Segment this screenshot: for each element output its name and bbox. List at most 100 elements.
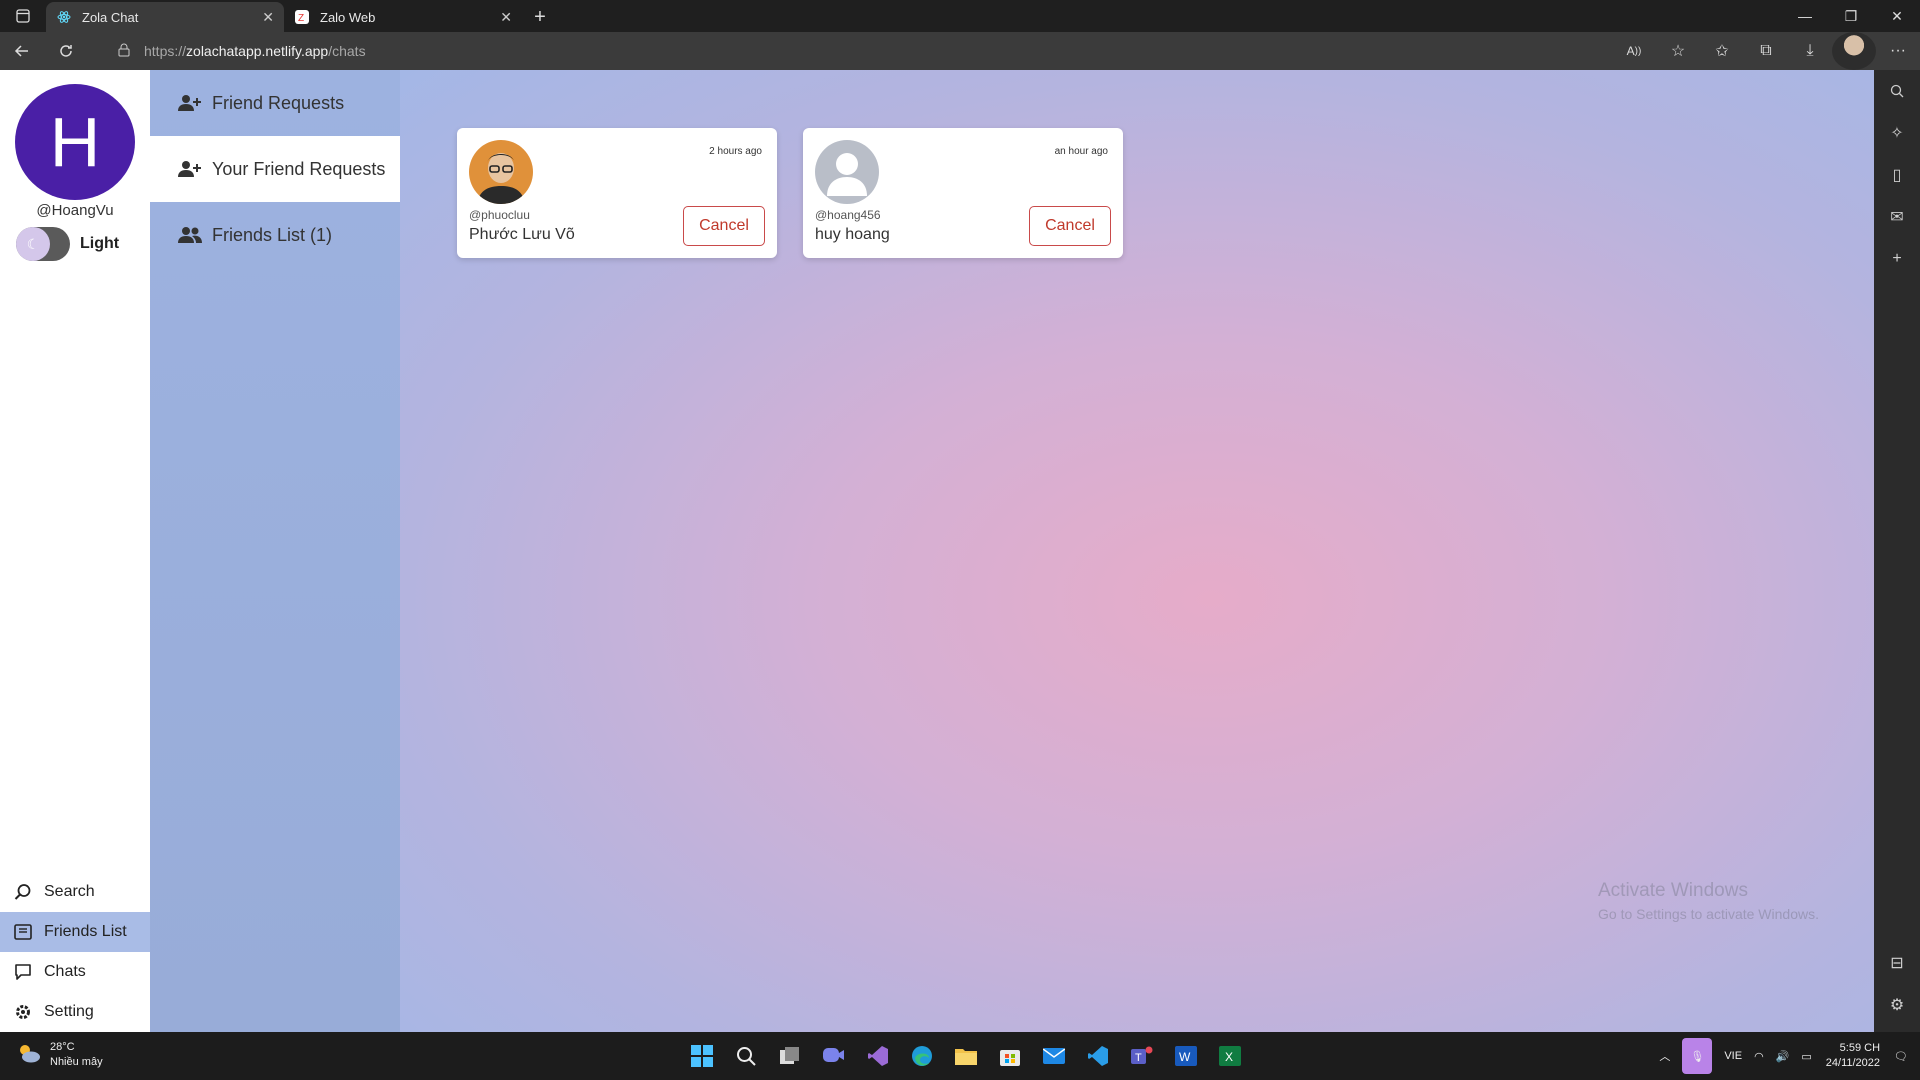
- discover-icon[interactable]: ✧: [1874, 112, 1920, 154]
- chat-bubble-icon: [14, 963, 36, 981]
- request-card: an hour ago @hoang456 huy hoang Cancel: [803, 128, 1123, 258]
- address-bar: https://zolachatapp.netlify.app/chats A)…: [0, 32, 1920, 70]
- avatar[interactable]: H: [15, 84, 135, 200]
- url-host: zolachatapp.netlify.app: [186, 43, 329, 59]
- subnav-your-friend-requests[interactable]: Your Friend Requests: [150, 136, 400, 202]
- tab-zalo-web[interactable]: Z Zalo Web ✕: [284, 2, 522, 32]
- request-handle: @hoang456: [815, 208, 881, 222]
- clock-date: 24/11/2022: [1825, 1057, 1881, 1069]
- teams-icon[interactable]: T: [1120, 1036, 1164, 1076]
- add-icon[interactable]: +: [1874, 238, 1920, 280]
- theme-toggle[interactable]: ☾ Light: [16, 227, 119, 261]
- battery-icon[interactable]: ▭: [1795, 1032, 1817, 1080]
- url-path: /chats: [328, 43, 366, 59]
- temperature: 28°C: [50, 1041, 75, 1053]
- cloud-sun-icon: [16, 1042, 42, 1069]
- favorites-icon[interactable]: ✩: [1700, 32, 1744, 70]
- profile-avatar[interactable]: [1832, 32, 1876, 70]
- edge-sidebar: ✧ ▯ ✉ + ⊟ ⚙: [1874, 70, 1920, 1032]
- refresh-icon[interactable]: [44, 32, 88, 70]
- visual-studio-icon[interactable]: [856, 1036, 900, 1076]
- subnav-label: Friends List (1): [212, 224, 333, 245]
- user-plus-icon: [178, 94, 204, 112]
- nav-item-search[interactable]: Search: [0, 872, 150, 912]
- zalo-icon: Z: [294, 9, 310, 25]
- teams-chat-icon[interactable]: [812, 1036, 856, 1076]
- zola-chat-app: H @HoangVu ☾ Light Search Friends List C…: [0, 70, 1874, 1032]
- close-icon[interactable]: ✕: [262, 9, 274, 26]
- notification-icon[interactable]: 🗨: [1888, 1032, 1914, 1080]
- subnav-label: Your Friend Requests: [212, 158, 386, 179]
- collections-icon[interactable]: ⧉: [1744, 32, 1788, 70]
- restore-icon[interactable]: ❐: [1828, 0, 1874, 32]
- activate-windows-watermark: Activate Windows Go to Settings to activ…: [1598, 880, 1819, 922]
- cancel-request-button[interactable]: Cancel: [683, 206, 765, 246]
- back-icon[interactable]: [0, 32, 44, 70]
- edge-icon[interactable]: [900, 1036, 944, 1076]
- store-icon[interactable]: [988, 1036, 1032, 1076]
- volume-icon[interactable]: 🔊: [1770, 1032, 1796, 1080]
- minimize-icon[interactable]: —: [1782, 0, 1828, 32]
- users-icon: [178, 226, 204, 244]
- read-aloud-icon[interactable]: A)): [1612, 32, 1656, 70]
- user-plus-icon: [178, 160, 204, 178]
- downloads-icon[interactable]: ⤓: [1788, 32, 1832, 70]
- word-icon[interactable]: W: [1164, 1036, 1208, 1076]
- watermark-title: Activate Windows: [1598, 880, 1748, 901]
- url-field[interactable]: https://zolachatapp.netlify.app/chats: [106, 36, 1666, 66]
- mail-icon[interactable]: [1032, 1036, 1076, 1076]
- search-icon[interactable]: [1874, 70, 1920, 112]
- search-icon[interactable]: [724, 1036, 768, 1076]
- moon-icon: ☾: [16, 227, 50, 261]
- language-indicator[interactable]: VIE: [1718, 1032, 1748, 1080]
- watermark-subtitle: Go to Settings to activate Windows.: [1598, 906, 1819, 922]
- excel-icon[interactable]: X: [1208, 1036, 1252, 1076]
- nav-label: Chats: [44, 963, 86, 980]
- lock-icon: [118, 43, 130, 60]
- outlook-icon[interactable]: ✉: [1874, 196, 1920, 238]
- cancel-request-button[interactable]: Cancel: [1029, 206, 1111, 246]
- search-icon: [14, 883, 36, 901]
- nav-item-chats[interactable]: Chats: [0, 952, 150, 992]
- office-icon[interactable]: ▯: [1874, 154, 1920, 196]
- add-favorite-icon[interactable]: ☆: [1656, 32, 1700, 70]
- default-user-icon: [815, 140, 879, 204]
- tab-zola-chat[interactable]: Zola Chat ✕: [46, 2, 284, 32]
- microphone-icon[interactable]: 🎙: [1682, 1038, 1713, 1074]
- settings-icon[interactable]: ⚙: [1874, 984, 1920, 1026]
- weather-widget[interactable]: 28°C Nhiều mây: [16, 1040, 103, 1070]
- start-icon[interactable]: [680, 1036, 724, 1076]
- theme-switch[interactable]: ☾: [16, 227, 70, 261]
- taskbar-apps: T W X: [680, 1036, 1252, 1076]
- tab-title: Zola Chat: [82, 9, 139, 25]
- nav-item-friends-list[interactable]: Friends List: [0, 912, 150, 952]
- request-handle: @phuocluu: [469, 208, 530, 222]
- window-close-icon[interactable]: ✕: [1874, 0, 1920, 32]
- theme-label: Light: [80, 235, 120, 252]
- svg-text:Z: Z: [298, 13, 304, 24]
- requests-panel: 2 hours ago @phuocluu Phước Lưu Võ Cance…: [400, 70, 1874, 1032]
- subnav-friend-requests[interactable]: Friend Requests: [150, 70, 400, 136]
- username: @HoangVu: [36, 202, 114, 219]
- hide-sidebar-icon[interactable]: ⊟: [1874, 942, 1920, 984]
- weather-status: Nhiều mây: [50, 1056, 103, 1068]
- browser-tab-bar: Zola Chat ✕ Z Zalo Web ✕ + — ❐ ✕: [0, 0, 1920, 32]
- new-tab-button[interactable]: +: [522, 2, 558, 32]
- more-icon[interactable]: ···: [1876, 32, 1920, 70]
- nav-item-setting[interactable]: Setting: [0, 992, 150, 1032]
- wifi-icon[interactable]: ◠: [1748, 1032, 1770, 1080]
- clock[interactable]: 5:59 CH 24/11/2022: [1818, 1041, 1888, 1071]
- svg-text:W: W: [1179, 1050, 1191, 1064]
- request-time: 2 hours ago: [709, 146, 762, 157]
- chevron-up-icon[interactable]: ︿: [1653, 1032, 1676, 1080]
- request-name: Phước Lưu Võ: [469, 226, 575, 243]
- task-view-icon[interactable]: [768, 1036, 812, 1076]
- tab-actions-icon[interactable]: [0, 0, 46, 32]
- file-explorer-icon[interactable]: [944, 1036, 988, 1076]
- subnav-friends-list[interactable]: Friends List (1): [150, 202, 400, 268]
- svg-text:X: X: [1225, 1050, 1233, 1064]
- nav-label: Search: [44, 883, 95, 900]
- vscode-icon[interactable]: [1076, 1036, 1120, 1076]
- close-icon[interactable]: ✕: [500, 9, 512, 26]
- system-tray: ︿ 🎙 VIE ◠ 🔊 ▭ 5:59 CH 24/11/2022 🗨: [1653, 1032, 1914, 1080]
